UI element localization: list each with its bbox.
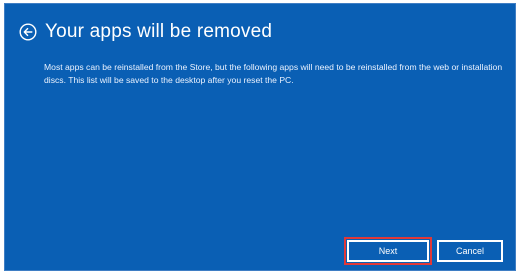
dialog-message: Most apps can be reinstalled from the St… [44,62,503,85]
next-button[interactable]: Next [344,237,432,265]
reset-dialog: Your apps will be removed Most apps can … [4,3,516,271]
cancel-button[interactable]: Cancel [437,240,503,262]
dialog-title: Your apps will be removed [45,21,273,42]
title-row: Your apps will be removed [19,21,272,43]
back-arrow-icon[interactable] [19,23,37,41]
